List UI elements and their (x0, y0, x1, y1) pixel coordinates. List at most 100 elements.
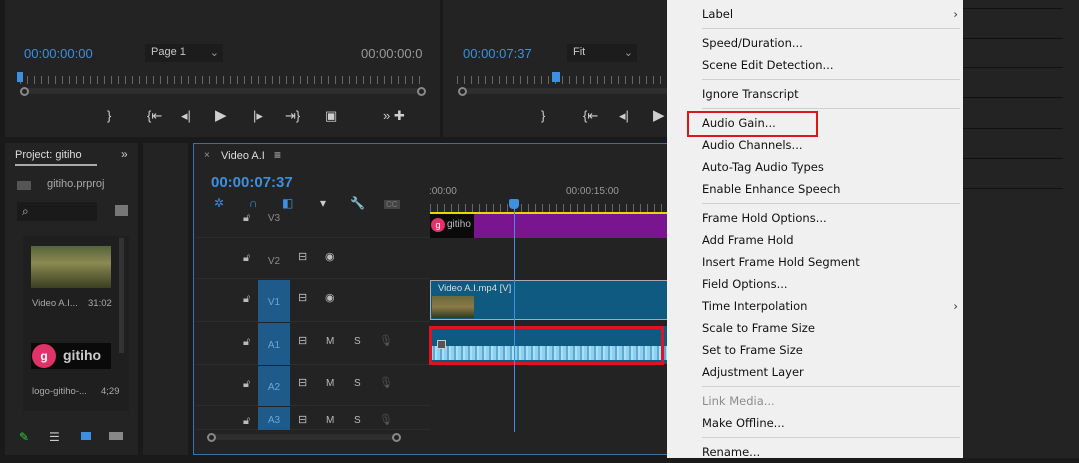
logo-thumbnail[interactable]: g gitiho (31, 343, 111, 369)
video-thumbnail[interactable] (31, 246, 111, 288)
step-back-icon[interactable]: ◂| (619, 108, 629, 124)
captions-icon[interactable]: CC (384, 200, 400, 209)
nest-icon[interactable]: ✲ (214, 196, 224, 210)
sync-lock-icon[interactable]: ⊟ (298, 291, 307, 304)
eye-icon[interactable]: ◉ (325, 291, 335, 304)
scroll-handle-left[interactable] (20, 87, 29, 96)
menu-item-field-options[interactable]: Field Options... (702, 273, 952, 295)
settings-wrench-icon[interactable]: 🔧 (350, 196, 365, 210)
track-target[interactable]: A2 (258, 366, 290, 406)
track-header-a1[interactable]: 🔓︎ A1 ⊟ M S 🎙︎ (195, 323, 430, 365)
sync-lock-icon[interactable]: ⊟ (298, 376, 307, 389)
play-icon[interactable]: ▶ (215, 106, 227, 124)
program-ruler[interactable] (457, 76, 668, 84)
menu-item-scale-to-frame-size[interactable]: Scale to Frame Size (702, 317, 952, 339)
sync-lock-icon[interactable]: ⊟ (298, 250, 307, 263)
track-target[interactable]: V2 (258, 240, 290, 279)
menu-item-label[interactable]: Label › (702, 3, 958, 25)
scroll-handle-right[interactable] (417, 87, 426, 96)
menu-item-scene-edit-detection[interactable]: Scene Edit Detection... (702, 54, 952, 76)
source-ruler[interactable] (20, 76, 425, 84)
sync-lock-icon[interactable]: ⊟ (298, 413, 307, 426)
lock-icon[interactable]: 🔓︎ (243, 212, 250, 225)
mark-out-icon[interactable]: } (541, 108, 545, 123)
menu-item-insert-frame-hold-segment[interactable]: Insert Frame Hold Segment (702, 251, 952, 273)
go-to-out-icon[interactable]: ⇥} (285, 108, 300, 124)
play-icon[interactable]: ▶ (653, 106, 665, 124)
lock-icon[interactable]: 🔓︎ (243, 336, 250, 349)
linked-selection-icon[interactable]: ◧ (282, 196, 293, 210)
icon-view-icon[interactable] (81, 432, 91, 440)
track-header-a3[interactable]: 🔓︎ A3 ⊟ M S 🎙︎ (195, 407, 430, 430)
insert-icon[interactable]: ▣ (325, 108, 337, 124)
timeline-horizontal-scrollbar[interactable] (210, 434, 398, 440)
track-header-a2[interactable]: 🔓︎ A2 ⊟ M S 🎙︎ (195, 366, 430, 406)
timeline-tab[interactable]: Video A.I (221, 150, 265, 162)
track-header-v3[interactable]: 🔓︎ V3 (195, 212, 430, 238)
lock-icon[interactable]: 🔓︎ (243, 378, 250, 391)
timeline-timecode[interactable]: 00:00:07:37 (211, 174, 293, 191)
menu-item-rename[interactable]: Rename... (702, 441, 952, 463)
menu-item-make-offline[interactable]: Make Offline... (702, 412, 952, 434)
menu-item-auto-tag-audio-types[interactable]: Auto-Tag Audio Types (702, 156, 952, 178)
track-target[interactable]: A3 (258, 407, 290, 430)
track-target[interactable]: V3 (258, 212, 290, 238)
menu-item-add-frame-hold[interactable]: Add Frame Hold (702, 229, 952, 251)
pencil-icon[interactable]: ✎ (19, 430, 29, 444)
track-target[interactable]: A1 (258, 323, 290, 365)
menu-item-ignore-transcript[interactable]: Ignore Transcript (702, 83, 952, 105)
step-back-icon[interactable]: ◂| (181, 108, 191, 124)
menu-item-frame-hold-options[interactable]: Frame Hold Options... (702, 207, 952, 229)
microphone-icon[interactable]: 🎙︎ (379, 334, 393, 347)
sync-lock-icon[interactable]: ⊟ (298, 334, 307, 347)
step-forward-icon[interactable]: |▸ (253, 108, 263, 124)
source-timecode-in[interactable]: 00:00:00:00 (24, 46, 93, 61)
menu-item-adjustment-layer[interactable]: Adjustment Layer (702, 361, 952, 383)
page-select[interactable]: Page 1 ⌄ (145, 44, 223, 62)
go-to-in-icon[interactable]: {⇤ (583, 108, 598, 124)
solo-button[interactable]: S (354, 378, 361, 389)
playhead-marker[interactable] (17, 72, 23, 82)
add-marker-icon[interactable]: ▾ (320, 196, 326, 210)
menu-item-audio-channels[interactable]: Audio Channels... (702, 134, 952, 156)
source-zoom-scrollbar[interactable] (21, 88, 421, 94)
track-header-v1[interactable]: 🔓︎ V1 ⊟ ◉ (195, 280, 430, 322)
tab-menu-icon[interactable]: ≡ (274, 148, 281, 162)
lock-icon[interactable]: 🔓︎ (243, 415, 250, 428)
project-tab[interactable]: Project: gitiho (15, 149, 97, 166)
close-tab-icon[interactable]: × (204, 150, 210, 161)
v1-video-clip[interactable]: Video A.I.mp4 [V] (430, 280, 668, 320)
mark-out-icon[interactable]: } (107, 108, 111, 123)
find-icon[interactable] (115, 205, 128, 216)
menu-item-time-interpolation[interactable]: Time Interpolation › (702, 295, 958, 317)
mute-button[interactable]: M (326, 378, 334, 389)
menu-item-set-to-frame-size[interactable]: Set to Frame Size (702, 339, 952, 361)
solo-button[interactable]: S (354, 336, 361, 347)
timeline-ruler[interactable] (430, 204, 668, 212)
lock-icon[interactable]: 🔓︎ (243, 252, 250, 265)
microphone-icon[interactable]: 🎙︎ (379, 376, 393, 389)
program-zoom-scrollbar[interactable] (459, 88, 668, 94)
fit-select[interactable]: Fit ⌄ (567, 44, 637, 62)
program-timecode[interactable]: 00:00:07:37 (463, 46, 532, 61)
menu-item-enable-enhance-speech[interactable]: Enable Enhance Speech (702, 178, 952, 200)
scroll-handle-right[interactable] (392, 433, 401, 442)
mute-button[interactable]: M (326, 336, 334, 347)
scroll-handle-left[interactable] (207, 433, 216, 442)
bin-scrollbar[interactable] (119, 238, 124, 353)
snap-icon[interactable]: ∩ (249, 196, 258, 210)
freeform-view-icon[interactable] (109, 432, 123, 440)
more-controls-icon[interactable]: » ✚ (383, 108, 405, 124)
menu-item-speed-duration[interactable]: Speed/Duration... (702, 32, 952, 54)
eye-icon[interactable]: ◉ (325, 250, 335, 263)
lock-icon[interactable]: 🔓︎ (243, 293, 250, 306)
list-view-icon[interactable]: ☰ (49, 430, 60, 444)
panel-overflow-icon[interactable]: » (121, 147, 128, 161)
project-search-input[interactable]: ⌕ (17, 202, 97, 221)
scroll-handle-left[interactable] (458, 87, 467, 96)
v3-graphic-clip[interactable]: g gitiho (430, 214, 668, 238)
solo-button[interactable]: S (354, 415, 361, 426)
track-header-v2[interactable]: 🔓︎ V2 ⊟ ◉ (195, 240, 430, 279)
track-target[interactable]: V1 (258, 280, 290, 322)
microphone-icon[interactable]: 🎙︎ (379, 413, 393, 426)
